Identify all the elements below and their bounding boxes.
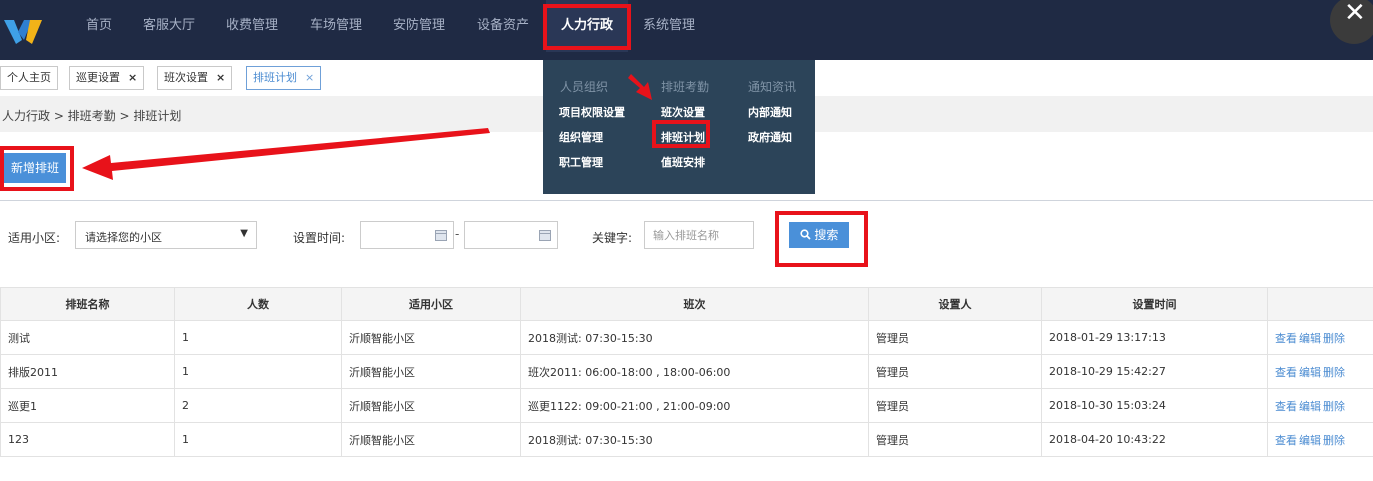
- page-root: 首页 客服大厅 收费管理 车场管理 安防管理 设备资产 人力行政 系统管理 ✕ …: [0, 0, 1373, 481]
- arrow-to-add-button: [82, 128, 490, 180]
- annotation-arrows: [82, 74, 652, 180]
- arrow-to-menu-item: [628, 74, 652, 100]
